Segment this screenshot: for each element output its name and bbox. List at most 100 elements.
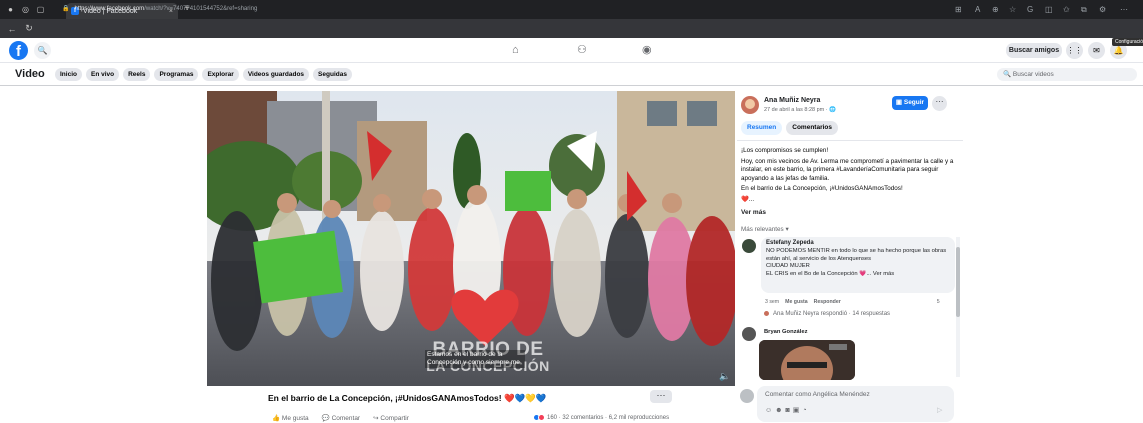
emoji-icon[interactable]: ☻ <box>775 407 785 414</box>
friends-icon[interactable]: ⚇ <box>577 43 587 57</box>
panel-tabs: Resumen Comentarios <box>741 121 838 135</box>
search-icon[interactable]: 🔍 <box>34 42 51 59</box>
comment-meta: 3 sem Me gusta Responder 5 <box>765 299 940 305</box>
pill-videos-guardados[interactable]: Videos guardados <box>242 68 310 81</box>
messenger-icon[interactable]: ✉ <box>1088 42 1105 59</box>
comment-label: Comentar <box>331 415 361 422</box>
love-reaction-icon <box>538 414 545 421</box>
follow-label: Seguir <box>903 99 925 106</box>
comment-composer[interactable]: Comentar como Angélica Menéndez ☺☻◙▣◔ ▷ <box>757 386 954 422</box>
gif-face-image <box>759 340 855 380</box>
pill-inicio[interactable]: Inicio <box>55 68 82 81</box>
comment-input-placeholder[interactable]: Comentar como Angélica Menéndez <box>765 391 870 398</box>
find-friends-button[interactable]: Buscar amigos <box>1006 43 1062 58</box>
post-details-panel: Ana Muñiz Neyra 27 de abril a las 8:28 p… <box>737 87 963 423</box>
video-search-input[interactable]: 🔍 Buscar videos <box>997 68 1137 81</box>
camera-icon[interactable]: ◙ <box>786 407 793 414</box>
reload-icon[interactable]: ↻ <box>24 23 34 34</box>
comment-time[interactable]: 3 sem <box>765 299 779 305</box>
description-p4: ❤️... <box>741 195 755 203</box>
browser-menu-icon[interactable]: ⋯ <box>1120 3 1128 16</box>
menu-grid-icon[interactable]: ⋮⋮ <box>1066 42 1083 59</box>
apps-icon[interactable]: ⊞ <box>955 3 962 16</box>
comment-icon: 💬 <box>321 415 330 422</box>
description-p2: Hoy, con mis vecinos de Av. Lerma me com… <box>741 157 954 182</box>
pill-seguidas[interactable]: Seguidas <box>313 68 352 81</box>
description-p1: ¡Los compromisos se cumplen! <box>741 147 829 154</box>
home-icon[interactable]: ⌂ <box>512 43 519 57</box>
current-user-avatar <box>740 389 754 403</box>
sort-comments-dropdown[interactable]: Más relevantes ▾ <box>741 226 789 233</box>
post-title: En el barrio de La Concepción, ¡#UnidosG… <box>268 393 547 403</box>
author-name[interactable]: Ana Muñiz Neyra <box>764 97 820 104</box>
comment-button[interactable]: 💬 Comentar <box>322 414 360 422</box>
browser-extensions-icon[interactable]: ⚙ <box>1099 3 1106 16</box>
thumbs-up-icon: 👍 <box>272 415 281 422</box>
reactions-count[interactable]: 160 <box>547 415 557 421</box>
reply-avatar-icon <box>763 310 770 317</box>
pill-en-vivo[interactable]: En vivo <box>85 68 120 81</box>
video-subbar: Video Inicio En vivo Reels Programas Exp… <box>0 63 1143 86</box>
comment-like-button[interactable]: Me gusta <box>785 299 807 305</box>
tab-comments[interactable]: Comentarios <box>786 121 838 135</box>
panel-divider <box>737 140 963 141</box>
post-date[interactable]: 27 de abril a las 8:28 pm · 🌐 <box>764 107 836 113</box>
comments-views-count[interactable]: · 32 comentarios · 6,2 mil reproduccione… <box>559 415 669 421</box>
comments-scrollbar[interactable] <box>956 237 960 377</box>
video-player[interactable]: BARRIO DE LA CONCEPCIÓN Estamos en el ba… <box>207 91 735 386</box>
like-label: Me gusta <box>281 415 309 422</box>
post-more-button[interactable]: ··· <box>650 390 672 403</box>
follow-button[interactable]: ▣ Seguir <box>892 96 928 110</box>
collections-icon[interactable]: ⧉ <box>1081 3 1087 16</box>
comment-reply-button[interactable]: Responder <box>814 299 841 305</box>
share-label: Compartir <box>380 415 409 422</box>
tab-summary[interactable]: Resumen <box>741 121 783 135</box>
profile-icon[interactable]: ● <box>6 5 15 14</box>
video-section-title: Video <box>15 68 45 80</box>
back-arrow-icon[interactable]: ← <box>7 24 17 34</box>
url-path: /watch/?v=740774101544752&ref=sharing <box>144 6 258 12</box>
gif-icon[interactable]: ▣ <box>793 407 803 414</box>
address-bar-row: ← ↻ <box>0 19 1143 38</box>
pill-reels[interactable]: Reels <box>123 68 151 81</box>
sticker-icon[interactable]: ☺ <box>765 407 775 414</box>
comment-bubble: Estefany Zepeda NO PODEMOS MENTIR en tod… <box>761 237 955 293</box>
description-p3: En el barrio de La Concepción, ¡#UnidosG… <box>741 185 903 193</box>
author-avatar[interactable] <box>741 96 759 114</box>
tab-actions-icon[interactable]: ▢ <box>36 5 45 14</box>
favorites-icon[interactable]: ✩ <box>1063 3 1070 16</box>
volume-icon[interactable]: 🔈 <box>719 371 730 382</box>
pill-programas[interactable]: Programas <box>154 68 199 81</box>
side-more-button[interactable]: ··· <box>932 96 947 111</box>
post-actions: 👍 Me gusta 💬 Comentar ↪ Compartir <box>272 414 409 422</box>
url-field[interactable]: 🔒 https://www.facebook.com/watch/?v=7407… <box>62 3 942 16</box>
avatar-sticker-icon[interactable]: ◔ <box>802 407 809 414</box>
read-aloud-icon[interactable]: A <box>975 3 980 16</box>
pill-explorar[interactable]: Explorar <box>202 68 239 81</box>
favorite-star-icon[interactable]: ☆ <box>1009 3 1016 16</box>
workspaces-icon[interactable]: ◎ <box>21 5 30 14</box>
post-stats: 160 · 32 comentarios · 6,2 mil reproducc… <box>533 414 669 421</box>
commenter-avatar[interactable] <box>742 239 756 253</box>
share-button[interactable]: ↪ Compartir <box>373 414 409 422</box>
comment-2-author[interactable]: Bryan González <box>764 329 808 335</box>
composer-icons: ☺☻◙▣◔ <box>765 406 810 414</box>
split-screen-icon[interactable]: ◫ <box>1045 3 1053 16</box>
comment-2-gif[interactable] <box>759 340 855 380</box>
commenter-2-avatar[interactable] <box>742 327 756 341</box>
comment-author[interactable]: Estefany Zepeda <box>766 240 950 248</box>
comment-text-3: EL CRIS en el Bo de la Concepción 💗... V… <box>766 271 895 278</box>
see-more-link[interactable]: Ver más <box>741 209 766 216</box>
facebook-logo-icon[interactable]: f <box>9 41 28 60</box>
zoom-icon[interactable]: ⊕ <box>992 3 999 16</box>
video-search-placeholder: Buscar videos <box>1012 71 1054 78</box>
send-icon[interactable]: ▷ <box>937 406 942 414</box>
post-description: ¡Los compromisos se cumplen! Hoy, con mi… <box>741 147 955 207</box>
view-replies-link[interactable]: Ana Muñiz Neyra respondió · 14 respuesta… <box>763 310 890 317</box>
like-button[interactable]: 👍 Me gusta <box>272 414 309 422</box>
extension-g-icon[interactable]: G <box>1027 3 1033 16</box>
scrollbar-thumb[interactable] <box>956 247 960 317</box>
gaming-icon[interactable]: ◉ <box>642 43 652 57</box>
lock-icon: 🔒 <box>62 6 70 12</box>
video-caption: Estamos en el barrio de la Concepción y … <box>425 350 525 368</box>
